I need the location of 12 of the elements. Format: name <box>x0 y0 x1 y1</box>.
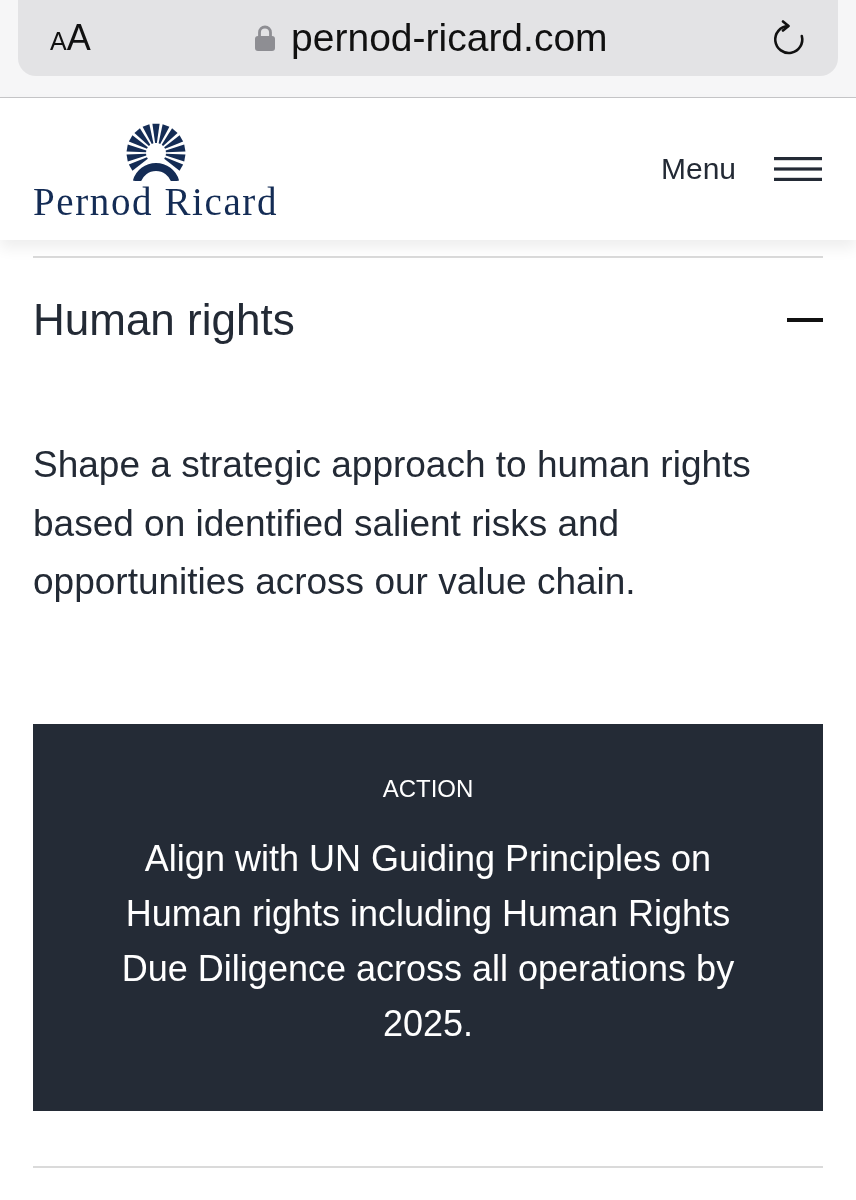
logo-text[interactable]: Pernod Ricard <box>33 185 278 219</box>
url-text[interactable]: pernod-ricard.com <box>291 16 608 60</box>
menu-icon <box>774 157 822 181</box>
reload-icon[interactable] <box>772 20 806 56</box>
action-text: Align with UN Guiding Principles on Human rights including Human Rights Due Diligence across all operations by 2025. <box>120 836 736 1046</box>
sunburst-logo-icon[interactable] <box>124 123 187 181</box>
menu-button[interactable]: Menu <box>660 152 822 186</box>
text-size-button[interactable]: AA <box>50 20 91 56</box>
description-text: Shape a strategic approach to human rights based on identified salient risks and opportunities across our value chain. <box>33 443 752 604</box>
address-bar[interactable]: AA pernod-ricard.com <box>18 0 838 76</box>
accordion-header[interactable]: Human rights <box>33 258 823 346</box>
action-label: ACTION <box>381 773 475 804</box>
